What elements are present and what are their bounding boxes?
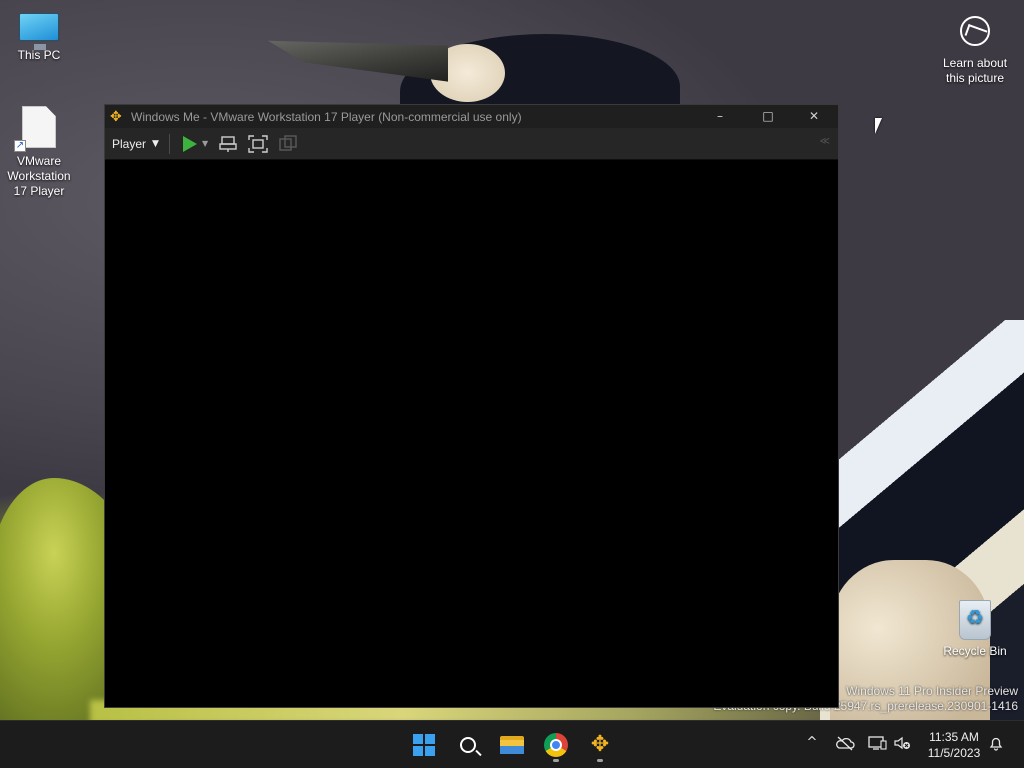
play-button[interactable] (180, 134, 200, 154)
desktop-icon-recycle-bin[interactable]: Recycle Bin (937, 600, 1013, 659)
network-icon (868, 736, 887, 750)
desktop-icon-label-line: Learn about (942, 56, 1008, 70)
chevron-up-icon: ^ (806, 735, 818, 750)
unity-button[interactable] (278, 134, 298, 154)
running-indicator (597, 759, 603, 762)
vm-display-area[interactable] (105, 161, 838, 707)
search-icon (460, 737, 476, 753)
vmware-app-icon: ✥ (110, 108, 122, 125)
chrome-button[interactable] (538, 727, 574, 763)
desktop-icon-label-line: this picture (945, 71, 1005, 85)
vmware-player-taskbar-button[interactable]: ✥ (582, 727, 618, 763)
notifications-icon (989, 737, 1003, 751)
full-screen-button[interactable] (248, 134, 268, 154)
desktop-icon-label: Recycle Bin (943, 644, 1007, 658)
desktop-icon-label-line: VMware (16, 154, 61, 168)
clock-date: 11/5/2023 (927, 746, 981, 760)
player-menu-button[interactable]: Player ▼ (112, 137, 159, 151)
wallpaper-bird-beak (268, 40, 448, 82)
this-pc-icon (18, 12, 60, 50)
shortcut-arrow-icon: ↗ (14, 140, 26, 152)
desktop-icon-this-pc[interactable]: This PC (1, 12, 77, 63)
volume-muted-icon (894, 736, 910, 750)
desktop-icon-vmware-player[interactable]: VMware Workstation 17 Player (1, 106, 77, 199)
system-clock[interactable]: 11:35 AM 11/5/2023 (918, 729, 990, 761)
learn-about-picture-icon (960, 16, 990, 46)
onedrive-icon (836, 736, 855, 751)
mouse-cursor-icon (875, 118, 887, 134)
vmware-player-window[interactable]: ✥ Windows Me - VMware Workstation 17 Pla… (104, 104, 839, 708)
collapse-toolbar-icon[interactable]: ≪ (820, 136, 830, 147)
toolbar-divider (168, 133, 170, 154)
player-menu-label: Player (112, 136, 147, 151)
show-hidden-icons-button[interactable]: ^ (802, 735, 822, 755)
chevron-down-icon: ▼ (152, 138, 159, 149)
volume-button[interactable] (892, 735, 912, 755)
onedrive-button[interactable] (834, 735, 856, 755)
close-button[interactable]: ✕ (791, 105, 837, 128)
send-ctrl-alt-del-icon (219, 135, 237, 152)
notifications-button[interactable] (986, 735, 1006, 755)
send-ctrl-alt-del-button[interactable] (218, 134, 238, 154)
desktop-icon-label-line: 17 Player (13, 184, 65, 198)
clock-time: 11:35 AM (929, 730, 979, 744)
file-explorer-button[interactable] (494, 727, 530, 763)
vmware-player-icon: ✥ (590, 732, 610, 757)
maximize-button[interactable]: □ (745, 105, 791, 128)
start-icon (413, 734, 435, 756)
running-indicator (553, 759, 559, 762)
play-icon (182, 135, 197, 152)
chrome-icon (544, 733, 568, 757)
taskbar: ✥ ^ 11:35 AM 11/5/2023 (0, 720, 1024, 768)
vmware-shortcut-icon (22, 106, 56, 148)
minimize-button[interactable]: – (697, 105, 743, 128)
unity-icon (279, 134, 297, 151)
file-explorer-icon (500, 736, 524, 754)
window-titlebar[interactable]: ✥ Windows Me - VMware Workstation 17 Pla… (105, 105, 838, 128)
search-button[interactable] (450, 727, 486, 763)
desktop-icon-learn-about-picture[interactable]: Learn about this picture (937, 16, 1013, 86)
desktop-icon-label-line: Workstation (7, 169, 71, 183)
network-button[interactable] (866, 735, 888, 755)
desktop-icon-label: This PC (17, 48, 61, 62)
full-screen-icon (248, 134, 268, 153)
play-options-caret-icon[interactable]: ▼ (202, 139, 208, 148)
recycle-bin-icon (959, 600, 991, 640)
player-toolbar: Player ▼ ▼ ≪ (105, 128, 838, 160)
start-button[interactable] (406, 727, 442, 763)
window-title: Windows Me - VMware Workstation 17 Playe… (131, 109, 522, 124)
